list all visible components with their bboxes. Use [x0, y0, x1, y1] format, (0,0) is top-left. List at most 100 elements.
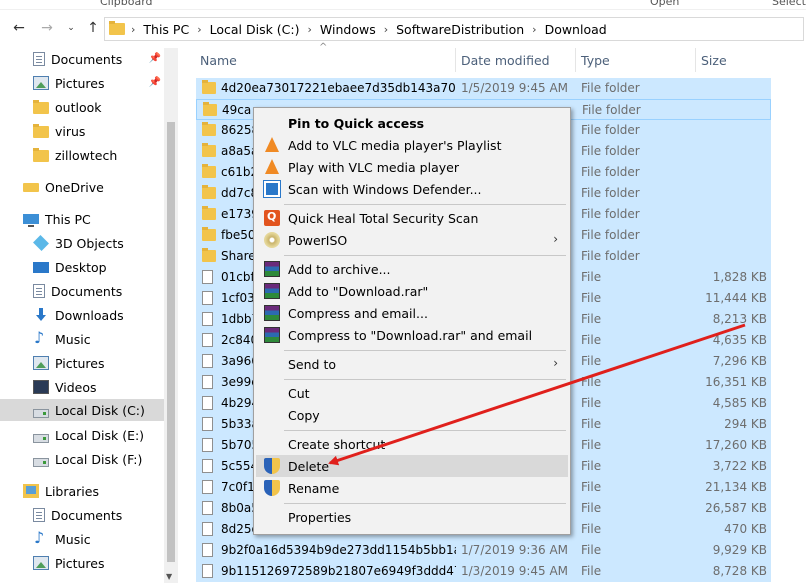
- menu-item-compress-to-rar-and-email[interactable]: Compress to "Download.rar" and email: [256, 324, 568, 346]
- column-header-name[interactable]: Name: [200, 48, 237, 72]
- nav-item-pictures-quick[interactable]: Pictures 📌: [0, 72, 165, 94]
- menu-item-vlc-play[interactable]: Play with VLC media player: [256, 156, 568, 178]
- libraries-icon: [23, 484, 39, 498]
- ribbon-select-label: Select: [772, 0, 806, 8]
- file-name: 9b115126972589b21807e6949f3ddd4793e...: [221, 564, 456, 578]
- menu-separator: [284, 430, 566, 431]
- column-header-type[interactable]: Type: [581, 48, 610, 72]
- file-icon: [202, 375, 213, 389]
- poweriso-icon: [264, 232, 280, 248]
- nav-item-lib-documents[interactable]: Documents: [0, 504, 165, 526]
- nav-item-virus[interactable]: virus: [0, 120, 165, 142]
- menu-separator: [284, 379, 566, 380]
- nav-item-documents[interactable]: Documents: [0, 280, 165, 302]
- file-size: 8,728 KB: [712, 564, 767, 578]
- nav-item-onedrive[interactable]: OneDrive: [0, 176, 165, 198]
- nav-item-lib-music[interactable]: Music: [0, 528, 165, 550]
- menu-item-copy[interactable]: Copy: [256, 404, 568, 426]
- nav-item-libraries[interactable]: Libraries: [0, 480, 165, 502]
- menu-item-properties[interactable]: Properties: [256, 506, 568, 528]
- file-type: File: [581, 291, 602, 305]
- nav-scrollbar-thumb[interactable]: [167, 122, 175, 562]
- nav-item-local-disk-f[interactable]: Local Disk (F:): [0, 448, 165, 470]
- file-row[interactable]: 4d20ea73017221ebaee7d35db143a704 1/5/2019…: [196, 78, 771, 99]
- context-menu: Pin to Quick access Add to VLC media pla…: [253, 107, 571, 535]
- nav-item-pictures[interactable]: Pictures: [0, 352, 165, 374]
- breadcrumb-download[interactable]: Download: [545, 22, 607, 37]
- folder-icon: [202, 185, 216, 199]
- file-icon: [202, 354, 213, 368]
- menu-item-rename[interactable]: Rename: [256, 477, 568, 499]
- file-type: File: [581, 480, 602, 494]
- recent-chevron-icon[interactable]: ⌄: [62, 18, 80, 38]
- menu-item-add-to-download-rar[interactable]: Add to "Download.rar": [256, 280, 568, 302]
- breadcrumb-softwaredistribution[interactable]: SoftwareDistribution: [396, 22, 524, 37]
- column-divider[interactable]: [695, 48, 696, 72]
- nav-item-zillowtech[interactable]: zillowtech: [0, 144, 165, 166]
- menu-item-pin-to-quick-access[interactable]: Pin to Quick access: [256, 112, 568, 134]
- folder-icon: [33, 148, 49, 162]
- windows-defender-icon: [263, 180, 281, 198]
- nav-item-lib-pictures[interactable]: Pictures: [0, 552, 165, 574]
- menu-item-quick-heal-scan[interactable]: Quick Heal Total Security Scan: [256, 207, 568, 229]
- column-divider[interactable]: [455, 48, 456, 72]
- file-type: File: [581, 375, 602, 389]
- file-icon: [202, 438, 213, 452]
- folder-icon: [33, 100, 49, 114]
- menu-separator: [284, 255, 566, 256]
- file-name: 4d20ea73017221ebaee7d35db143a704: [221, 81, 456, 95]
- folder-icon: [202, 80, 216, 94]
- menu-item-windows-defender-scan[interactable]: Scan with Windows Defender...: [256, 178, 568, 200]
- file-row[interactable]: 9b115126972589b21807e6949f3ddd4793e... 1/…: [196, 561, 771, 582]
- back-arrow-icon[interactable]: ←: [10, 18, 28, 38]
- file-icon: [202, 522, 213, 536]
- file-icon: [202, 459, 213, 473]
- up-arrow-icon[interactable]: ↑: [84, 18, 102, 38]
- breadcrumb-local-disk[interactable]: Local Disk (C:): [210, 22, 300, 37]
- nav-item-local-disk-e[interactable]: Local Disk (E:): [0, 424, 165, 446]
- computer-icon: [23, 214, 39, 227]
- menu-item-vlc-playlist[interactable]: Add to VLC media player's Playlist: [256, 134, 568, 156]
- nav-item-videos[interactable]: Videos: [0, 376, 165, 398]
- chevron-right-icon: ›: [131, 22, 136, 36]
- nav-scrollbar[interactable]: ▼: [164, 48, 178, 583]
- file-size: 470 KB: [724, 522, 767, 536]
- file-row[interactable]: 9b2f0a16d5394b9de273dd1154b5bb1af8a... 1/…: [196, 540, 771, 561]
- nav-item-downloads[interactable]: Downloads: [0, 304, 165, 326]
- scroll-down-icon[interactable]: ▼: [166, 572, 172, 581]
- chevron-right-icon: ›: [197, 22, 202, 36]
- column-divider[interactable]: [575, 48, 576, 72]
- forward-arrow-icon[interactable]: →: [38, 18, 56, 38]
- nav-item-this-pc[interactable]: This PC: [0, 208, 165, 230]
- sort-ascending-icon: ^: [319, 42, 328, 53]
- nav-item-music[interactable]: Music: [0, 328, 165, 350]
- file-size: 17,260 KB: [705, 438, 767, 452]
- file-type: File: [581, 522, 602, 536]
- nav-item-3d-objects[interactable]: 3D Objects: [0, 232, 165, 254]
- pictures-icon: [33, 356, 49, 370]
- breadcrumb-this-pc[interactable]: This PC: [143, 22, 189, 37]
- menu-item-add-to-archive[interactable]: Add to archive...: [256, 258, 568, 280]
- quick-heal-icon: [264, 210, 280, 226]
- column-header-date[interactable]: Date modified: [461, 48, 550, 72]
- menu-item-poweriso[interactable]: PowerISO ›: [256, 229, 568, 251]
- breadcrumb-windows[interactable]: Windows: [320, 22, 376, 37]
- column-header-size[interactable]: Size: [701, 48, 727, 72]
- menu-item-delete[interactable]: Delete: [256, 455, 568, 477]
- nav-item-local-disk-c[interactable]: Local Disk (C:): [0, 399, 165, 421]
- nav-item-desktop[interactable]: Desktop: [0, 256, 165, 278]
- menu-item-compress-and-email[interactable]: Compress and email...: [256, 302, 568, 324]
- nav-item-documents-quick[interactable]: Documents 📌: [0, 48, 165, 70]
- address-bar[interactable]: › This PC › Local Disk (C:) › Windows › …: [104, 17, 804, 41]
- chevron-right-icon: ›: [383, 22, 389, 36]
- menu-item-create-shortcut[interactable]: Create shortcut: [256, 433, 568, 455]
- folder-icon: [202, 206, 216, 220]
- file-icon: [202, 270, 213, 284]
- menu-item-send-to[interactable]: Send to ›: [256, 353, 568, 375]
- file-icon: [202, 312, 213, 326]
- menu-item-cut[interactable]: Cut: [256, 382, 568, 404]
- nav-item-outlook[interactable]: outlook: [0, 96, 165, 118]
- folder-icon: [33, 124, 49, 138]
- menu-separator: [284, 350, 566, 351]
- folder-icon: [109, 21, 125, 35]
